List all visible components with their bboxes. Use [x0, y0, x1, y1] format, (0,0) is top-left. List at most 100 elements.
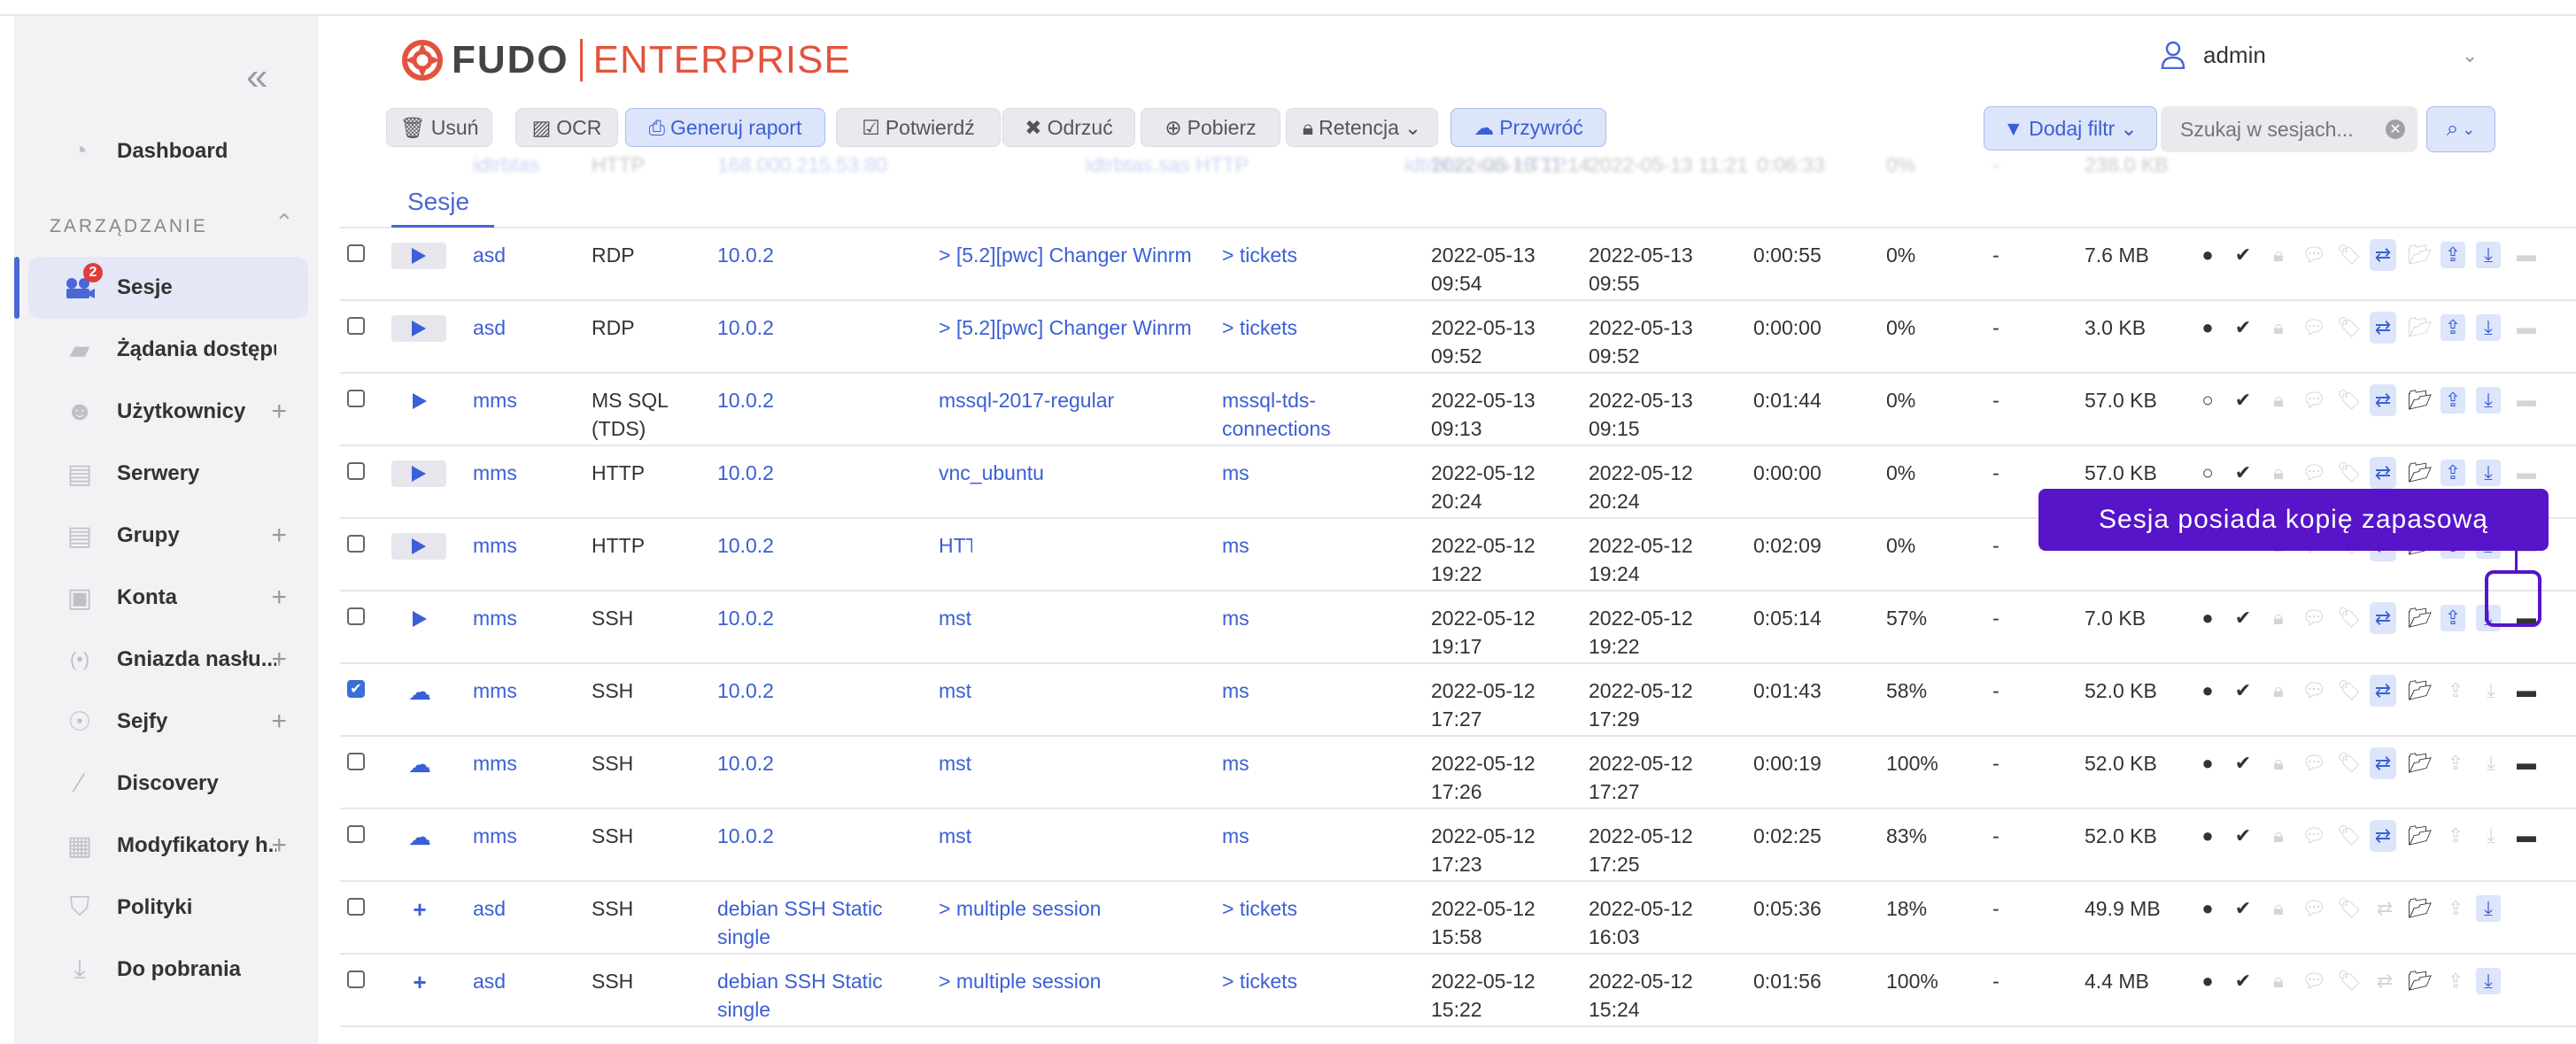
- add-accounts-icon[interactable]: +: [271, 583, 287, 613]
- status-icon[interactable]: ●: [2193, 820, 2223, 852]
- download-button[interactable]: ⊕ Pobierz: [1141, 108, 1280, 147]
- share-icon[interactable]: ⇪: [2441, 893, 2471, 924]
- cell-account[interactable]: > [5.2][pwc] Changer Winrm: [939, 241, 1192, 269]
- cell-safe[interactable]: > tickets: [1222, 241, 1297, 269]
- add-icon[interactable]: +: [407, 969, 432, 995]
- cell-account[interactable]: > multiple session: [939, 894, 1101, 923]
- download-icon[interactable]: ⤓: [2476, 314, 2501, 341]
- sidebar-item-discovery[interactable]: ⁄ Discovery: [28, 753, 308, 815]
- tag-icon[interactable]: 🏷︎: [2334, 820, 2364, 852]
- cell-server[interactable]: 10.0.2: [717, 386, 774, 414]
- transfer-icon[interactable]: ⇄: [2370, 239, 2396, 271]
- download-icon[interactable]: ⤓: [2476, 820, 2506, 852]
- cell-account[interactable]: mst: [939, 822, 971, 850]
- cell-server[interactable]: 10.0.2: [717, 749, 774, 777]
- play-button[interactable]: [391, 315, 446, 342]
- comment-icon[interactable]: 💬︎: [2299, 602, 2329, 634]
- status-icon[interactable]: ●: [2193, 965, 2223, 997]
- folder-icon[interactable]: 📂︎: [2405, 747, 2435, 779]
- play-button[interactable]: [391, 533, 446, 560]
- folder-icon[interactable]: 📂︎: [2405, 893, 2435, 924]
- ocr-button[interactable]: ▨ OCR: [515, 108, 618, 147]
- cell-user[interactable]: mms: [473, 531, 517, 560]
- check-icon[interactable]: ✔: [2228, 239, 2258, 271]
- transfer-icon[interactable]: ⇄: [2370, 965, 2400, 997]
- folder-icon[interactable]: 📂︎: [2405, 965, 2435, 997]
- archive-icon[interactable]: ▬: [2511, 312, 2541, 344]
- transfer-icon[interactable]: ⇄: [2370, 675, 2396, 707]
- cell-user[interactable]: asd: [473, 241, 506, 269]
- cell-safe[interactable]: ms: [1222, 459, 1249, 487]
- table-row[interactable]: ✔ ☁ mms SSH 10.0.2 mst ms 2022-05-12 17:2…: [340, 664, 2576, 737]
- comment-icon[interactable]: 💬︎: [2299, 384, 2329, 416]
- download-icon[interactable]: ⤓: [2476, 895, 2501, 922]
- fudo-logo[interactable]: FUDO ENTERPRISE: [400, 35, 851, 85]
- row-checkbox[interactable]: [347, 607, 365, 625]
- download-icon[interactable]: ⤓: [2476, 387, 2501, 414]
- add-modifiers-icon[interactable]: +: [271, 831, 287, 861]
- sidebar-item-dashboard[interactable]: ◔ Dashboard: [28, 120, 308, 182]
- row-checkbox[interactable]: [347, 244, 365, 262]
- sidebar-item-users[interactable]: ☻ Użytkownicy +: [28, 381, 308, 443]
- row-checkbox[interactable]: [347, 390, 365, 407]
- table-row[interactable]: + asd SSH debian SSH Static single > mult…: [340, 955, 2576, 1027]
- cloud-download-icon[interactable]: ☁: [407, 824, 432, 850]
- cell-safe[interactable]: > tickets: [1222, 967, 1297, 995]
- sidebar-item-servers[interactable]: ▤ Serwery: [28, 443, 308, 505]
- tag-icon[interactable]: 🏷︎: [2334, 602, 2364, 634]
- cell-safe[interactable]: ms: [1222, 749, 1249, 777]
- table-row[interactable]: + asd SSH debian SSH Static single > mult…: [340, 882, 2576, 955]
- transfer-icon[interactable]: ⇄: [2370, 820, 2396, 852]
- status-icon[interactable]: ○: [2193, 457, 2223, 489]
- tag-icon[interactable]: 🏷︎: [2334, 239, 2364, 271]
- cell-user[interactable]: mms: [473, 749, 517, 777]
- cell-safe[interactable]: ms: [1222, 531, 1249, 560]
- archive-icon[interactable]: ▬: [2511, 457, 2541, 489]
- archive-icon[interactable]: ▬: [2511, 384, 2541, 416]
- share-icon[interactable]: ⇪: [2441, 314, 2465, 341]
- row-checkbox[interactable]: [347, 317, 365, 335]
- status-icon[interactable]: ●: [2193, 602, 2223, 634]
- play-button[interactable]: [407, 388, 432, 414]
- lock-icon[interactable]: 🔒︎: [2263, 239, 2294, 271]
- cell-account[interactable]: > [5.2][pwc] Changer Winrm: [939, 313, 1192, 342]
- sidebar-item-sessions[interactable]: 2 Sesje: [28, 257, 308, 319]
- row-checkbox[interactable]: [347, 753, 365, 770]
- sidebar-item-groups[interactable]: ▤ Grupy +: [28, 505, 308, 567]
- transfer-icon[interactable]: ⇄: [2370, 893, 2400, 924]
- download-icon[interactable]: ⤓: [2476, 747, 2506, 779]
- play-button[interactable]: [407, 606, 432, 632]
- lock-icon[interactable]: 🔒︎: [2263, 675, 2294, 707]
- cell-user[interactable]: asd: [473, 313, 506, 342]
- row-checkbox[interactable]: [347, 462, 365, 480]
- comment-icon[interactable]: 💬︎: [2299, 747, 2329, 779]
- archive-icon[interactable]: ▬: [2511, 820, 2541, 852]
- cell-server[interactable]: 10.0.2: [717, 677, 774, 705]
- share-icon[interactable]: ⇪: [2441, 820, 2471, 852]
- search-input[interactable]: [2178, 116, 2386, 143]
- cell-account[interactable]: vnc_ubuntu: [939, 459, 1044, 487]
- folder-icon[interactable]: 📂︎: [2405, 384, 2435, 416]
- add-safes-icon[interactable]: +: [271, 707, 287, 737]
- row-checkbox[interactable]: [347, 971, 365, 988]
- comment-icon[interactable]: 💬︎: [2299, 820, 2329, 852]
- share-icon[interactable]: ⇪: [2441, 387, 2465, 414]
- cell-user[interactable]: mms: [473, 677, 517, 705]
- transfer-icon[interactable]: ⇄: [2370, 602, 2396, 634]
- status-icon[interactable]: ●: [2193, 747, 2223, 779]
- share-icon[interactable]: ⇪: [2441, 460, 2465, 486]
- cell-account[interactable]: msta: [939, 604, 972, 632]
- cell-safe[interactable]: > tickets: [1222, 894, 1297, 923]
- tag-icon[interactable]: 🏷︎: [2334, 675, 2364, 707]
- cell-safe[interactable]: > tickets: [1222, 313, 1297, 342]
- lock-icon[interactable]: 🔒︎: [2263, 893, 2294, 924]
- tag-icon[interactable]: 🏷︎: [2334, 965, 2364, 997]
- share-icon[interactable]: ⇪: [2441, 965, 2471, 997]
- folder-icon[interactable]: 📂︎: [2405, 820, 2435, 852]
- chevron-up-icon[interactable]: ⌃: [275, 209, 294, 236]
- cell-safe[interactable]: mssql-tds-connections: [1222, 386, 1331, 443]
- sidebar-item-listeners[interactable]: (•) Gniazda nasłu... +: [28, 629, 308, 691]
- folder-icon[interactable]: 📂︎: [2405, 675, 2435, 707]
- folder-icon[interactable]: 📂︎: [2405, 457, 2435, 489]
- cell-server[interactable]: 10.0.2: [717, 241, 774, 269]
